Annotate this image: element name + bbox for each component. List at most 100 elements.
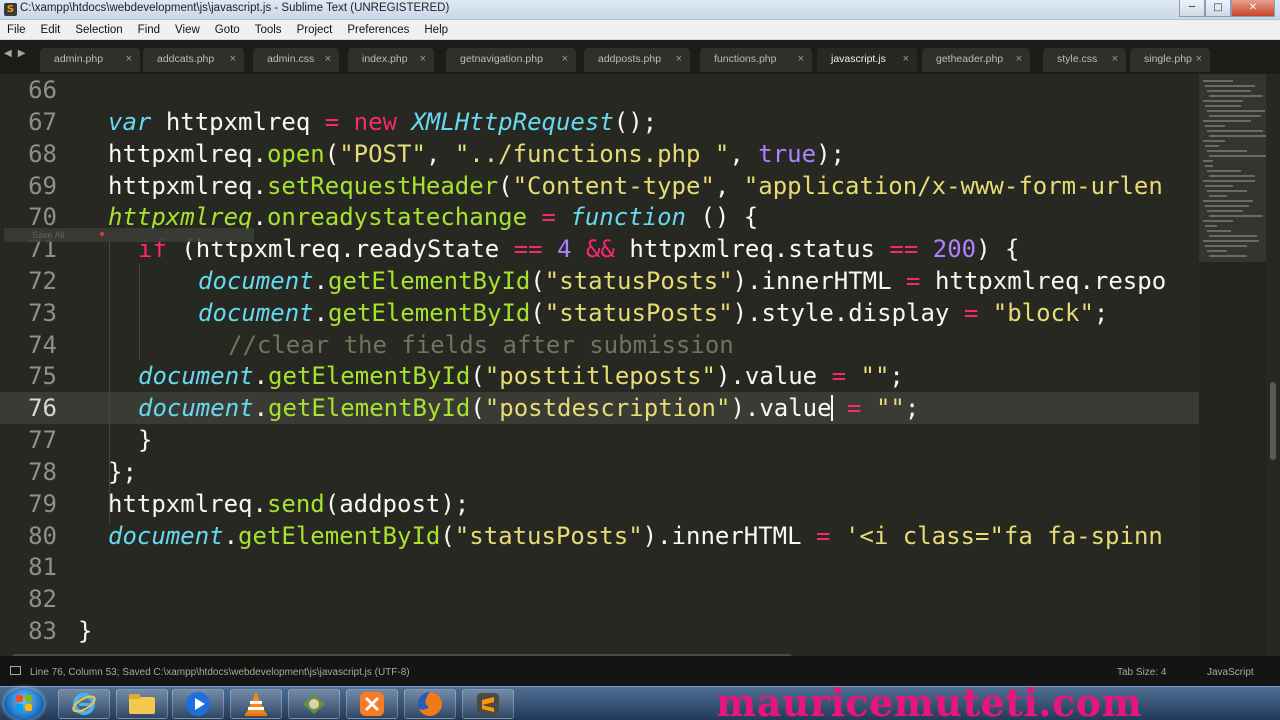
minimize-button[interactable]: ─ [1179,0,1205,17]
xampp-icon[interactable] [346,689,398,719]
scrollbar-thumb[interactable] [1270,382,1276,460]
tab-label: javascript.js [831,53,886,65]
token: , [729,140,759,168]
tab-getheader-php[interactable]: getheader.php × [922,48,1030,72]
app-icon[interactable] [288,689,340,719]
minimap[interactable] [1199,74,1266,656]
maximize-button[interactable]: □ [1205,0,1231,17]
token: , [714,172,744,200]
tab-javascript-js[interactable]: javascript.js × [817,48,917,72]
line-number: 78 [28,458,57,486]
menu-help[interactable]: Help [417,24,456,36]
close-icon[interactable]: × [676,48,682,70]
tab-admin-css[interactable]: admin.css × [253,48,339,72]
tab-index-php[interactable]: index.php × [348,48,434,72]
minimap-line [1203,140,1225,142]
sublime-app-icon: S [4,3,17,16]
close-icon[interactable]: × [1196,48,1202,70]
tab-getnavigation-php[interactable]: getnavigation.php × [446,48,576,72]
token-string: "statusPosts" [544,267,733,295]
token: ( [324,140,340,168]
code-editor[interactable]: 66 67 68 69 70 71 72 73 74 75 76 77 78 7… [0,74,1199,656]
token-op: = [847,394,862,422]
close-button[interactable]: ✕ [1231,0,1275,17]
watermark-text: mauricemuteti.com [716,680,1143,720]
tab-label: admin.css [267,53,315,65]
menu-find[interactable]: Find [131,24,168,36]
token-method: send [266,490,325,518]
tab-nav: ◀ ▶ [4,48,31,59]
tab-size-indicator[interactable]: Tab Size: 4 [1117,667,1166,678]
minimap-line [1205,105,1241,107]
menu-goto[interactable]: Goto [208,24,248,36]
close-icon[interactable]: × [903,48,909,70]
tab-addposts-php[interactable]: addposts.php × [584,48,690,72]
close-icon[interactable]: × [420,48,426,70]
vertical-scrollbar[interactable] [1266,74,1280,656]
windows-logo-icon [16,695,32,711]
tab-functions-php[interactable]: functions.php × [700,48,812,72]
minimap-line [1209,255,1247,257]
token: ; [889,362,904,390]
token: httpxmlreq.respo [934,267,1167,295]
close-icon[interactable]: × [1112,48,1118,70]
menu-project[interactable]: Project [290,24,341,36]
token: ).innerHTML [732,267,892,295]
token-string: "postdescription" [484,394,731,422]
start-button[interactable] [4,688,44,720]
internet-explorer-icon[interactable] [58,689,110,719]
menu-edit[interactable]: Edit [34,24,69,36]
close-icon[interactable]: × [798,48,804,70]
vlc-icon[interactable] [230,689,282,719]
token-document: document [198,267,314,295]
panel-toggle-icon[interactable] [10,666,21,675]
file-explorer-icon[interactable] [116,689,168,719]
token: . [313,299,329,327]
firefox-icon[interactable] [404,689,456,719]
menu-tools[interactable]: Tools [248,24,290,36]
minimap-line [1209,155,1266,157]
close-icon[interactable]: × [325,48,331,70]
line-number: 66 [28,76,57,104]
token: ( [498,172,513,200]
token: ( [470,394,485,422]
menu-file[interactable]: File [0,24,34,36]
token-op: = [831,362,847,390]
token-string: "" [860,362,890,390]
close-icon[interactable]: × [126,48,132,70]
minimap-line [1209,195,1227,197]
line-number: 79 [28,490,57,518]
menu-preferences[interactable]: Preferences [340,24,417,36]
syntax-indicator[interactable]: JavaScript [1207,667,1254,678]
menu-view[interactable]: View [168,24,208,36]
tab-single-php[interactable]: single.php × [1130,48,1210,72]
code-line-78: }; [108,458,137,486]
tab-style-css[interactable]: style.css × [1043,48,1126,72]
tab-next-icon[interactable]: ▶ [18,48,26,59]
minimap-line [1205,205,1249,207]
media-player-icon[interactable] [172,689,224,719]
token-op: = [906,267,921,295]
tab-addcats-php[interactable]: addcats.php × [143,48,244,72]
token-bool: true [758,140,817,168]
code-line-80: document.getElementById("statusPosts").i… [108,520,1163,552]
token: ( [530,299,545,327]
close-icon[interactable]: × [1016,48,1022,70]
sublime-text-icon[interactable] [462,689,514,719]
token-number: 4 [557,235,572,263]
token: ).value [715,362,818,390]
tab-admin-php[interactable]: admin.php × [40,48,140,72]
minimap-line [1207,90,1251,92]
close-icon[interactable]: × [562,48,568,70]
token-string: "statusPosts" [454,522,643,550]
token: ).value [730,394,832,422]
token-document: document [108,522,224,550]
menu-selection[interactable]: Selection [68,24,130,36]
tab-prev-icon[interactable]: ◀ [4,48,12,59]
token: ( [530,267,545,295]
minimap-line [1205,225,1217,227]
minimap-viewport[interactable] [1199,74,1266,262]
close-icon[interactable]: × [230,48,236,70]
minimap-line [1205,125,1225,127]
line-number: 81 [28,553,57,581]
